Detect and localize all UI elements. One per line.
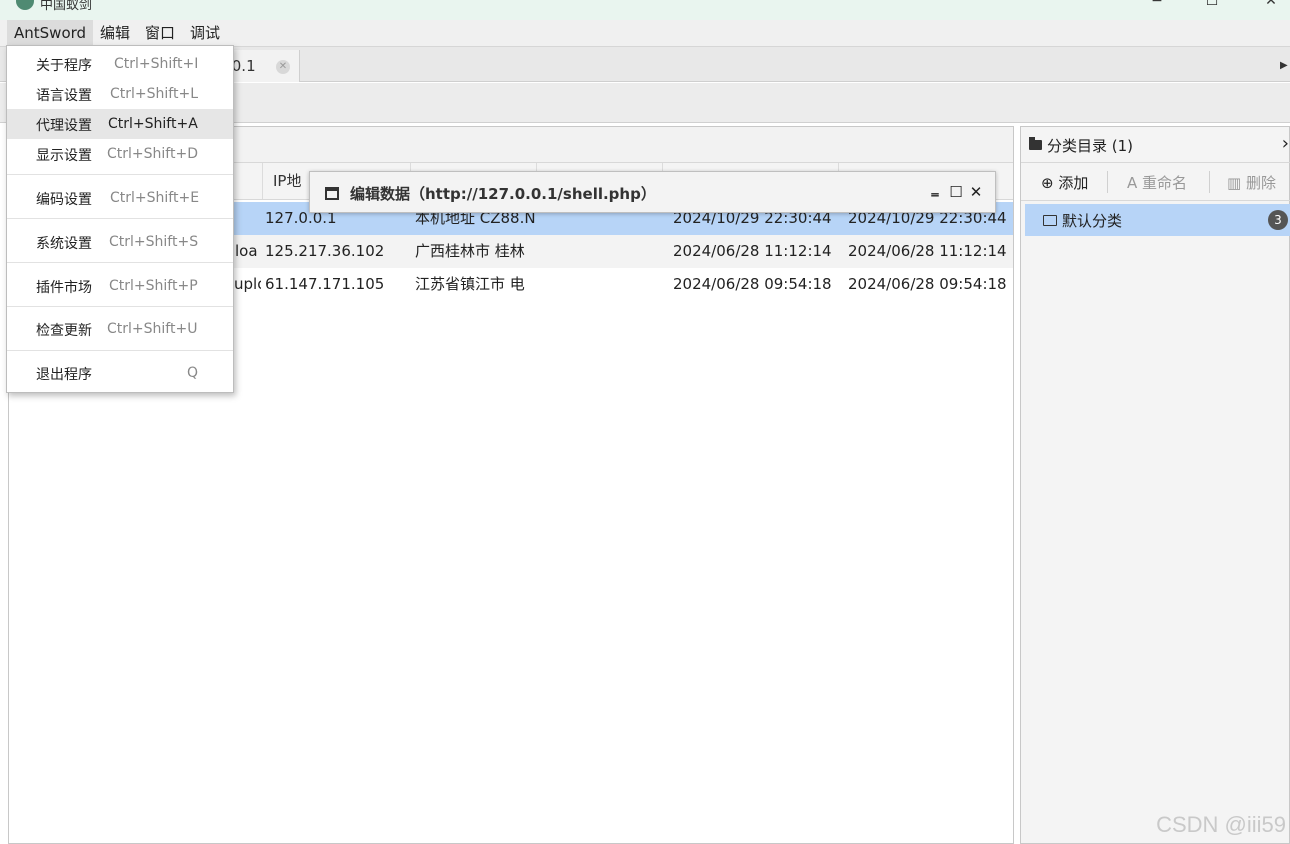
menu-window[interactable]: 窗口 bbox=[138, 20, 182, 46]
menu-divider bbox=[7, 174, 233, 175]
add-category-button[interactable]: ⊕ 添加 bbox=[1041, 172, 1088, 193]
category-title: 分类目录 (1) bbox=[1047, 137, 1134, 155]
menu-divider bbox=[7, 262, 233, 263]
trash-icon: ▥ bbox=[1227, 174, 1242, 192]
menu-item-language[interactable]: 语言设置 Ctrl+Shift+L bbox=[7, 79, 233, 109]
antsword-dropdown-menu: 关于程序 Ctrl+Shift+I 语言设置 Ctrl+Shift+L 代理设置… bbox=[6, 45, 234, 393]
rename-category-button[interactable]: A 重命名 bbox=[1127, 172, 1187, 193]
divider bbox=[1107, 171, 1108, 193]
menu-divider bbox=[7, 350, 233, 351]
menu-antsword[interactable]: AntSword bbox=[7, 20, 94, 46]
tab-scroll-right-icon[interactable]: ▶ bbox=[1280, 51, 1290, 81]
menu-item-display[interactable]: 显示设置 Ctrl+Shift+D bbox=[7, 139, 233, 169]
menu-item-proxy[interactable]: 代理设置 Ctrl+Shift+A bbox=[7, 109, 233, 139]
cell-ip: 61.147.171.105 bbox=[265, 275, 385, 293]
menu-edit[interactable]: 编辑 bbox=[93, 20, 137, 46]
category-header: 分类目录 (1) › bbox=[1021, 127, 1290, 163]
cell-ip: 125.217.36.102 bbox=[265, 242, 385, 260]
menu-item-about[interactable]: 关于程序 Ctrl+Shift+I bbox=[7, 49, 233, 79]
chevron-right-icon[interactable]: › bbox=[1282, 133, 1289, 154]
cell-created: 2024/06/28 09:54:18 bbox=[673, 275, 832, 293]
close-button[interactable]: ✕ bbox=[1256, 0, 1286, 8]
cell-created: 2024/06/28 11:12:14 bbox=[673, 242, 832, 260]
menu-item-check-update[interactable]: 检查更新 Ctrl+Shift+U bbox=[7, 314, 233, 344]
folder-outline-icon bbox=[1043, 215, 1057, 226]
watermark: CSDN @iii59 bbox=[1156, 812, 1286, 837]
cell-url: loa bbox=[235, 242, 258, 260]
cell-updated: 2024/06/28 09:54:18 bbox=[848, 275, 1007, 293]
category-panel: 分类目录 (1) › ⊕ 添加 A 重命名 ▥ 删除 默认分类 3 bbox=[1020, 126, 1290, 844]
category-count-badge: 3 bbox=[1268, 210, 1288, 230]
menu-divider bbox=[7, 306, 233, 307]
category-item-default[interactable]: 默认分类 3 bbox=[1025, 204, 1290, 236]
cell-updated: 2024/06/28 11:12:14 bbox=[848, 242, 1007, 260]
menu-item-encoding[interactable]: 编码设置 Ctrl+Shift+E bbox=[7, 183, 233, 213]
dialog-minimize-button[interactable]: ‗ bbox=[926, 179, 944, 197]
plus-circle-icon: ⊕ bbox=[1041, 174, 1054, 192]
window-icon bbox=[325, 187, 339, 200]
cell-location: 江苏省镇江市 电 bbox=[415, 275, 525, 293]
category-toolbar: ⊕ 添加 A 重命名 ▥ 删除 bbox=[1021, 163, 1290, 201]
edit-data-dialog: 编辑数据（http://127.0.0.1/shell.php） ‗ ☐ ✕ bbox=[309, 171, 996, 213]
menu-item-plugin-market[interactable]: 插件市场 Ctrl+Shift+P bbox=[7, 271, 233, 301]
menu-item-system[interactable]: 系统设置 Ctrl+Shift+S bbox=[7, 227, 233, 257]
maximize-button[interactable]: ☐ bbox=[1197, 0, 1227, 8]
app-logo-icon bbox=[16, 0, 34, 10]
menu-debug[interactable]: 调试 bbox=[183, 20, 227, 46]
tab-close-icon[interactable]: ✕ bbox=[276, 60, 290, 74]
folder-icon bbox=[1029, 137, 1042, 150]
window-title: 中国蚁剑 bbox=[40, 0, 93, 13]
menu-divider bbox=[7, 218, 233, 219]
dialog-title: 编辑数据（http://127.0.0.1/shell.php） bbox=[350, 185, 656, 203]
font-icon: A bbox=[1127, 174, 1138, 192]
category-item-label: 默认分类 bbox=[1062, 212, 1123, 230]
minimize-button[interactable]: − bbox=[1142, 0, 1172, 8]
dialog-maximize-button[interactable]: ☐ bbox=[947, 183, 965, 201]
dialog-close-button[interactable]: ✕ bbox=[967, 183, 985, 201]
window-titlebar: 中国蚁剑 − ☐ ✕ bbox=[0, 0, 1290, 20]
cell-url: uplo bbox=[234, 275, 261, 293]
cell-location: 广西桂林市 桂林 bbox=[415, 242, 525, 260]
divider bbox=[1209, 171, 1210, 193]
menu-item-exit[interactable]: 退出程序 Q bbox=[7, 358, 233, 388]
menu-bar: AntSword 编辑 窗口 调试 bbox=[0, 20, 1290, 46]
delete-category-button[interactable]: ▥ 删除 bbox=[1227, 172, 1276, 193]
